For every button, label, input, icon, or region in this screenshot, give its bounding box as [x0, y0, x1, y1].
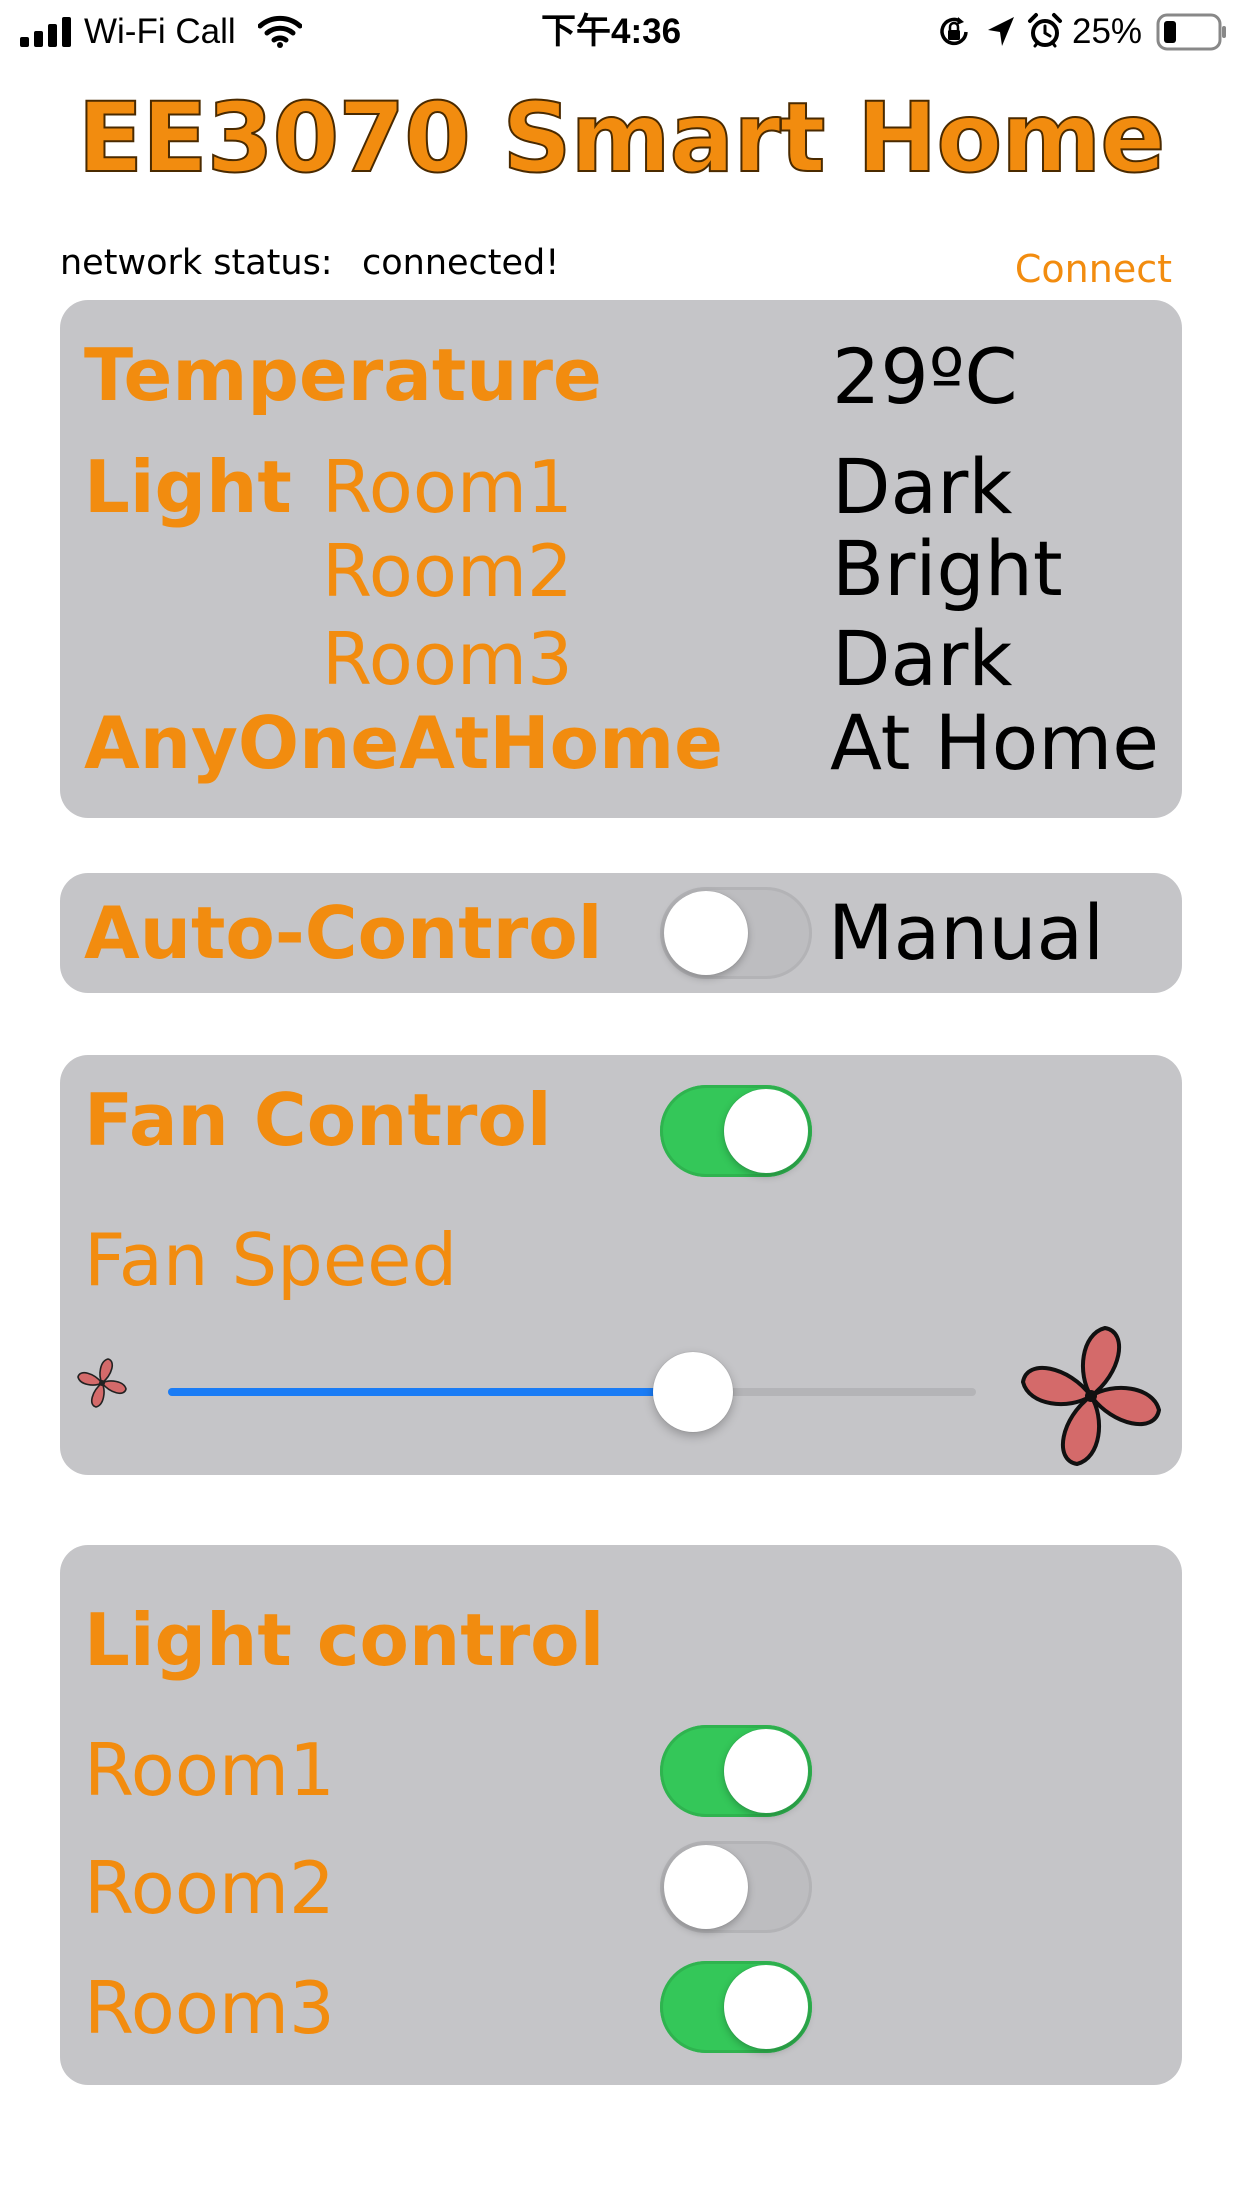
switch-knob — [664, 1845, 748, 1929]
presence-label: AnyOneAtHome — [84, 701, 723, 785]
connect-button[interactable]: Connect — [1015, 244, 1172, 294]
room1-control-label: Room1 — [84, 1728, 335, 1812]
auto-control-label: Auto-Control — [84, 891, 603, 975]
switch-knob — [724, 1089, 808, 1173]
room3-light-label: Room3 — [322, 617, 573, 701]
room2-light-switch[interactable] — [660, 1841, 812, 1933]
carrier-label: Wi-Fi Call — [84, 12, 236, 51]
fan-large-icon — [1020, 1325, 1162, 1467]
auto-control-card: Auto-Control Manual — [60, 873, 1182, 993]
app-title: EE3070 Smart Home — [77, 81, 1167, 195]
room3-light-switch[interactable] — [660, 1961, 812, 2053]
room2-light-value: Bright — [832, 524, 1063, 613]
light-label: Light — [84, 445, 292, 529]
fan-control-switch[interactable] — [660, 1085, 812, 1177]
battery-icon — [1156, 13, 1226, 51]
switch-knob — [724, 1965, 808, 2049]
fan-control-card: Fan Control Fan Speed — [60, 1055, 1182, 1475]
fan-control-label: Fan Control — [84, 1078, 552, 1162]
cellular-signal-icon — [20, 17, 72, 47]
battery-percent: 25% — [1072, 12, 1143, 51]
room2-control-label: Room2 — [84, 1846, 335, 1930]
light-control-label: Light control — [84, 1598, 605, 1682]
presence-value: At Home — [830, 698, 1160, 787]
fan-small-icon — [77, 1358, 127, 1408]
network-status-label: network status: — [60, 243, 333, 283]
location-arrow-icon — [988, 17, 1014, 46]
network-status-value: connected! — [362, 243, 560, 283]
room1-light-value: Dark — [832, 442, 1013, 531]
wifi-icon — [258, 15, 302, 48]
clock: 下午4:36 — [541, 12, 682, 51]
temperature-value: 29ºC — [832, 332, 1018, 421]
room3-light-value: Dark — [832, 614, 1013, 703]
alarm-icon — [1028, 13, 1062, 48]
room3-control-label: Room3 — [84, 1966, 335, 2050]
fan-speed-label: Fan Speed — [84, 1218, 458, 1302]
control-mode-value: Manual — [828, 888, 1105, 977]
room1-light-label: Room1 — [322, 445, 573, 529]
switch-knob — [724, 1729, 808, 1813]
status-bar: Wi-Fi Call 下午4:36 25% — [0, 0, 1242, 64]
room2-light-label: Room2 — [322, 529, 573, 613]
room1-light-switch[interactable] — [660, 1725, 812, 1817]
auto-control-switch[interactable] — [660, 887, 812, 979]
temperature-label: Temperature — [84, 333, 602, 417]
fan-speed-fill — [168, 1388, 694, 1396]
light-control-card: Light control Room1 Room2 Room3 — [60, 1545, 1182, 2085]
sensor-card: Temperature 29ºC Light Room1 Dark Room2 … — [60, 300, 1182, 818]
switch-knob — [664, 891, 748, 975]
orientation-lock-icon — [940, 17, 968, 46]
fan-speed-thumb[interactable] — [653, 1352, 734, 1432]
